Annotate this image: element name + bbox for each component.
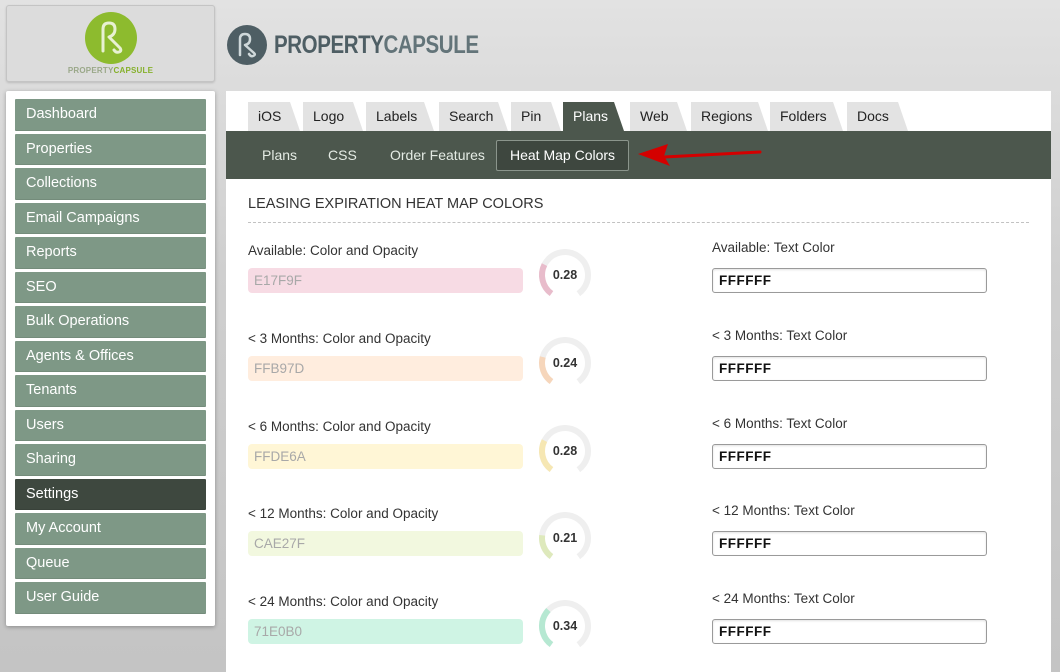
text-color-input[interactable] (712, 531, 987, 556)
sidebar-item-settings[interactable]: Settings (15, 478, 206, 510)
tab-search[interactable]: Search (439, 102, 508, 131)
main-panel: iOS Logo Labels Search Pin Plans Web Reg… (226, 91, 1051, 672)
opacity-value: 0.28 (552, 268, 578, 282)
sidebar-nav: Dashboard Properties Collections Email C… (6, 91, 215, 626)
tab-labels[interactable]: Labels (366, 102, 434, 131)
opacity-value: 0.24 (552, 356, 578, 370)
property-capsule-mark-icon (227, 25, 267, 65)
sidebar-item-tenants[interactable]: Tenants (15, 375, 206, 407)
logo-text-part2: CAPSULE (113, 66, 154, 75)
subtab-heat-map-colors[interactable]: Heat Map Colors (496, 140, 630, 171)
sidebar-item-email-campaigns[interactable]: Email Campaigns (15, 202, 206, 234)
color-opacity-label: < 12 Months: Color and Opacity (248, 506, 439, 521)
sidebar-item-my-account[interactable]: My Account (15, 513, 206, 545)
sidebar-item-agents-offices[interactable]: Agents & Offices (15, 340, 206, 372)
tab-plans[interactable]: Plans (563, 102, 624, 131)
text-color-label: < 3 Months: Text Color (712, 328, 848, 343)
sidebar-item-queue[interactable]: Queue (15, 547, 206, 579)
tab-web[interactable]: Web (630, 102, 687, 131)
logo-text-part1: PROPERTY (67, 66, 114, 75)
tab-docs[interactable]: Docs (847, 102, 908, 131)
section-divider (248, 222, 1029, 223)
tab-ios[interactable]: iOS (248, 102, 300, 131)
sidebar-item-sharing[interactable]: Sharing (15, 444, 206, 476)
color-hex-input[interactable] (248, 531, 523, 556)
opacity-dial[interactable]: 0.28 (536, 248, 594, 306)
section-title: LEASING EXPIRATION HEAT MAP COLORS (248, 196, 544, 212)
sidebar-item-bulk-operations[interactable]: Bulk Operations (15, 306, 206, 338)
sidebar-item-seo[interactable]: SEO (15, 271, 206, 303)
logo-wordmark: PROPERTYCAPSULE (68, 66, 153, 75)
color-opacity-label: Available: Color and Opacity (248, 243, 419, 258)
color-opacity-label: < 6 Months: Color and Opacity (248, 419, 431, 434)
opacity-value: 0.28 (552, 444, 578, 458)
text-color-label: < 24 Months: Text Color (712, 591, 855, 606)
color-hex-input[interactable] (248, 268, 523, 293)
color-hex-input[interactable] (248, 356, 523, 381)
property-capsule-logo-icon (84, 12, 137, 64)
text-color-input[interactable] (712, 268, 987, 293)
logo-box[interactable]: PROPERTYCAPSULE (6, 5, 215, 82)
brand-name-part1: PROPERTY (274, 30, 384, 59)
brand: PROPERTYCAPSULE (226, 24, 524, 66)
tab-logo[interactable]: Logo (303, 102, 363, 131)
text-color-input[interactable] (712, 356, 987, 381)
opacity-dial[interactable]: 0.28 (536, 424, 594, 482)
brand-name: PROPERTYCAPSULE (274, 31, 479, 60)
subtab-css[interactable]: CSS (314, 140, 371, 171)
text-color-label: < 6 Months: Text Color (712, 416, 848, 431)
sidebar-item-users[interactable]: Users (15, 409, 206, 441)
text-color-input[interactable] (712, 619, 987, 644)
sidebar-item-user-guide[interactable]: User Guide (15, 582, 206, 614)
color-opacity-label: < 3 Months: Color and Opacity (248, 331, 431, 346)
subtab-plans[interactable]: Plans (248, 140, 311, 171)
color-opacity-label: < 24 Months: Color and Opacity (248, 594, 439, 609)
opacity-value: 0.34 (552, 619, 578, 633)
opacity-value: 0.21 (552, 531, 578, 545)
color-hex-input[interactable] (248, 619, 523, 644)
opacity-dial[interactable]: 0.24 (536, 336, 594, 394)
opacity-dial[interactable]: 0.21 (536, 511, 594, 569)
color-hex-input[interactable] (248, 444, 523, 469)
sidebar-item-dashboard[interactable]: Dashboard (15, 99, 206, 131)
tab-pin[interactable]: Pin (511, 102, 561, 131)
annotation-arrow-icon (638, 144, 762, 166)
sidebar-item-collections[interactable]: Collections (15, 168, 206, 200)
brand-name-part2: CAPSULE (383, 30, 479, 59)
tab-folders[interactable]: Folders (770, 102, 843, 131)
text-color-label: < 12 Months: Text Color (712, 503, 855, 518)
text-color-input[interactable] (712, 444, 987, 469)
tab-regions[interactable]: Regions (691, 102, 768, 131)
text-color-label: Available: Text Color (712, 240, 835, 255)
opacity-dial[interactable]: 0.34 (536, 599, 594, 657)
sidebar-item-properties[interactable]: Properties (15, 133, 206, 165)
sidebar-item-reports[interactable]: Reports (15, 237, 206, 269)
subtab-order-features[interactable]: Order Features (376, 140, 499, 171)
